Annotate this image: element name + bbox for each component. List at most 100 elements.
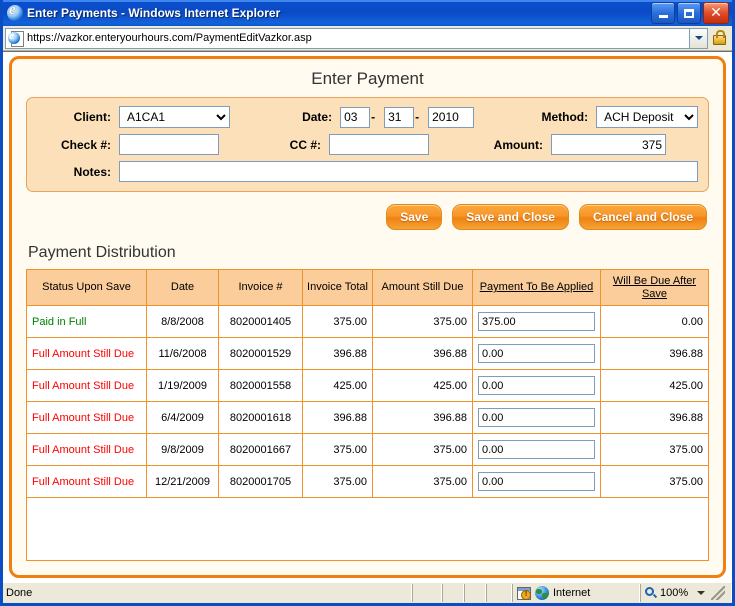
client-select[interactable]: A1CA1 xyxy=(119,106,231,128)
zoom-level-label: 100% xyxy=(660,587,689,599)
cancel-and-close-button[interactable]: Cancel and Close xyxy=(578,204,707,230)
page-frame: Enter Payment Client: A1CA1 Date: - - Me… xyxy=(9,56,726,578)
resize-grip-icon[interactable] xyxy=(711,586,725,600)
payment-to-be-applied-input[interactable] xyxy=(478,472,595,492)
client-label: Client: xyxy=(73,110,111,124)
cell-will-be-due-after-save: 375.00 xyxy=(600,433,709,467)
ie-logo-icon xyxy=(7,5,23,21)
date-day-input[interactable] xyxy=(384,106,415,128)
cell-amount-still-due: 375.00 xyxy=(372,305,473,339)
cell-status: Full Amount Still Due xyxy=(26,337,147,371)
save-and-close-button[interactable]: Save and Close xyxy=(452,204,569,230)
table-row: Paid in Full 8/8/2008 8020001405 375.00 375.… xyxy=(26,305,709,339)
browser-viewport: Enter Payment Client: A1CA1 Date: - - Me… xyxy=(3,51,732,582)
form-row-2: Check #: CC #: Amount: xyxy=(37,134,698,155)
cell-payment-to-be-applied xyxy=(472,337,601,371)
cell-status: Full Amount Still Due xyxy=(26,401,147,435)
cell-will-be-due-after-save: 375.00 xyxy=(600,465,709,499)
check-number-input[interactable] xyxy=(119,134,219,155)
address-dropdown-button[interactable] xyxy=(690,27,708,49)
status-badge: Paid in Full xyxy=(32,315,87,328)
address-url-text: https://vazkor.enteryourhours.com/Paymen… xyxy=(27,32,312,44)
payment-to-be-applied-input[interactable] xyxy=(478,344,595,364)
close-button[interactable]: ✕ xyxy=(703,2,729,24)
amount-input[interactable] xyxy=(551,134,666,155)
method-label: Method: xyxy=(541,110,589,124)
form-row-3: Notes: xyxy=(37,161,698,182)
date-month-input[interactable] xyxy=(340,106,371,128)
payment-distribution-table-wrap: Status Upon Save Date Invoice # Invoice … xyxy=(26,268,709,562)
protected-mode-icon xyxy=(517,586,531,600)
payment-to-be-applied-input[interactable] xyxy=(478,376,595,396)
status-badge: Full Amount Still Due xyxy=(32,411,135,424)
check-number-label: Check #: xyxy=(60,137,111,152)
save-button[interactable]: Save xyxy=(386,204,443,230)
cell-date: 6/4/2009 xyxy=(146,401,219,435)
column-header-invoice-number: Invoice # xyxy=(218,268,303,307)
cell-date: 9/8/2009 xyxy=(146,433,219,467)
status-bar: Done Internet 100% xyxy=(3,582,732,603)
page-title: Enter Payment xyxy=(311,69,424,88)
minimize-icon xyxy=(658,14,668,18)
status-message: Done xyxy=(3,584,412,602)
cc-number-input[interactable] xyxy=(329,134,429,155)
method-select[interactable]: ACH Deposit xyxy=(596,106,698,128)
cell-payment-to-be-applied xyxy=(472,305,601,339)
cell-invoice-number: 8020001667 xyxy=(218,433,303,467)
security-zone-label: Internet xyxy=(553,587,591,599)
status-segment-1 xyxy=(412,584,442,602)
cell-amount-still-due: 425.00 xyxy=(372,369,473,403)
table-empty-area xyxy=(26,498,709,562)
title-bar: Enter Payments - Windows Internet Explor… xyxy=(3,0,732,26)
date-year-input[interactable] xyxy=(428,106,475,128)
status-badge: Full Amount Still Due xyxy=(32,379,135,392)
cell-payment-to-be-applied xyxy=(472,401,601,435)
cell-invoice-total: 396.88 xyxy=(302,337,373,371)
payment-form-panel: Client: A1CA1 Date: - - Method: ACH Depo… xyxy=(26,97,709,192)
status-segment-4 xyxy=(486,584,512,602)
window-title: Enter Payments - Windows Internet Explor… xyxy=(27,6,281,20)
address-input[interactable]: https://vazkor.enteryourhours.com/Paymen… xyxy=(5,27,690,49)
cell-will-be-due-after-save: 425.00 xyxy=(600,369,709,403)
column-header-status: Status Upon Save xyxy=(26,268,147,307)
column-header-amount-still-due: Amount Still Due xyxy=(372,268,473,307)
column-header-will-be-due-after-save[interactable]: Will Be Due After Save xyxy=(600,268,709,307)
close-icon: ✕ xyxy=(710,5,722,21)
security-zone-indicator[interactable]: Internet xyxy=(512,584,640,602)
chevron-down-icon[interactable] xyxy=(697,591,706,595)
page-icon xyxy=(8,29,24,47)
browser-window: Enter Payments - Windows Internet Explor… xyxy=(0,0,735,606)
status-badge: Full Amount Still Due xyxy=(32,475,135,488)
payment-to-be-applied-input[interactable] xyxy=(478,408,595,428)
cell-invoice-total: 375.00 xyxy=(302,465,373,499)
maximize-button[interactable] xyxy=(677,2,701,24)
cell-will-be-due-after-save: 396.88 xyxy=(600,401,709,435)
date-separator-1: - xyxy=(371,110,376,124)
cell-payment-to-be-applied xyxy=(472,465,601,499)
notes-input[interactable] xyxy=(119,161,698,182)
status-badge: Full Amount Still Due xyxy=(32,347,135,360)
cell-date: 12/21/2009 xyxy=(146,465,219,499)
payment-to-be-applied-input[interactable] xyxy=(478,312,595,332)
cell-date: 1/19/2009 xyxy=(146,369,219,403)
cell-invoice-total: 396.88 xyxy=(302,401,373,435)
cell-payment-to-be-applied xyxy=(472,369,601,403)
globe-icon xyxy=(535,586,549,600)
column-header-invoice-total: Invoice Total xyxy=(302,268,373,307)
column-header-payment-to-be-applied[interactable]: Payment To Be Applied xyxy=(472,268,601,307)
minimize-button[interactable] xyxy=(651,2,675,24)
cell-invoice-total: 375.00 xyxy=(302,305,373,339)
address-bar: https://vazkor.enteryourhours.com/Paymen… xyxy=(3,26,732,51)
table-row: Full Amount Still Due 6/4/2009 8020001618 3… xyxy=(26,401,709,435)
column-header-date: Date xyxy=(146,268,219,307)
magnifier-icon xyxy=(645,587,657,599)
cell-amount-still-due: 396.88 xyxy=(372,401,473,435)
maximize-icon xyxy=(684,8,694,18)
notes-label: Notes: xyxy=(73,164,111,179)
zoom-control[interactable]: 100% xyxy=(640,584,732,602)
table-header-row: Status Upon Save Date Invoice # Invoice … xyxy=(26,268,709,307)
table-body: Paid in Full 8/8/2008 8020001405 375.00 375.… xyxy=(26,305,709,499)
payment-to-be-applied-input[interactable] xyxy=(478,440,595,460)
date-label: Date: xyxy=(302,110,333,124)
cell-will-be-due-after-save: 396.88 xyxy=(600,337,709,371)
